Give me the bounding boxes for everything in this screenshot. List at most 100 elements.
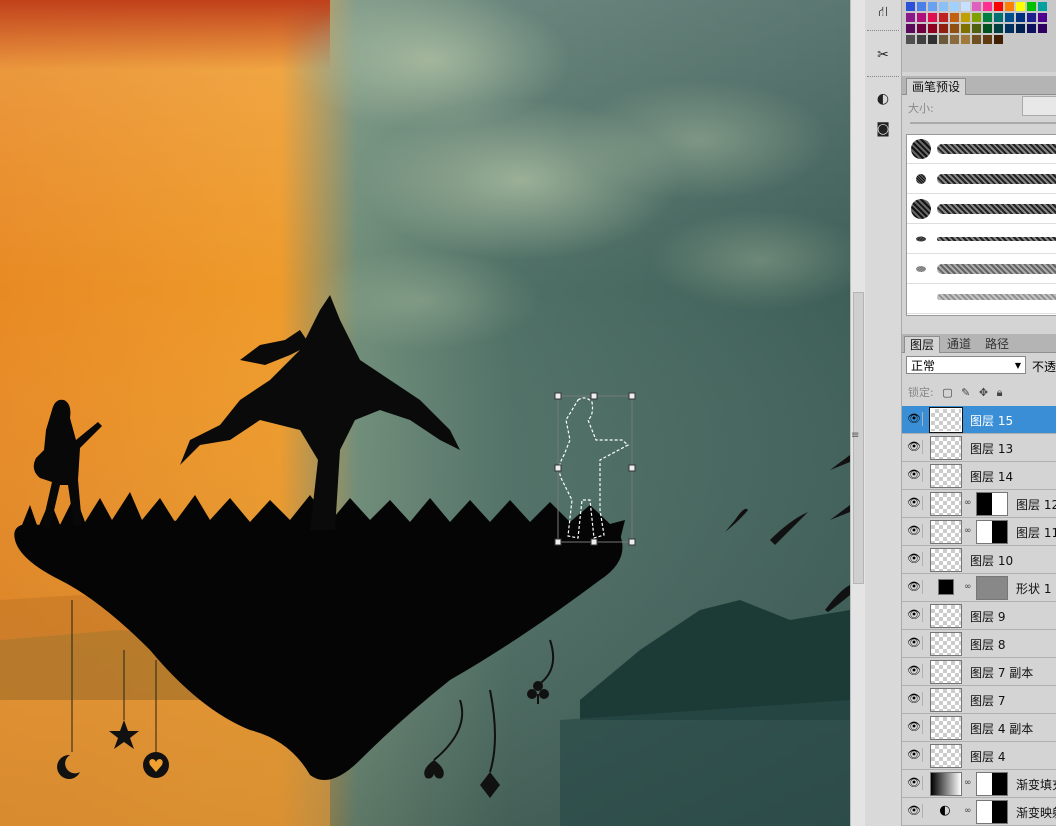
layer-row[interactable]: 👁︎ ∞ 形状 1 [902,574,1056,602]
layer-mask-thumbnail[interactable] [976,800,1008,824]
layer-row[interactable]: 👁︎ 图层 7 [902,686,1056,714]
brush-presets-list[interactable] [906,134,1056,316]
eye-visibility-icon[interactable]: 👁︎ [906,804,923,818]
link-chain-icon[interactable]: ∞ [964,778,972,788]
layer-row[interactable]: 👁︎ 图层 13 [902,434,1056,462]
tab-layers[interactable]: 图层 [904,336,941,353]
layer-mask-thumbnail[interactable] [976,520,1008,544]
brush-preset[interactable] [907,225,1056,254]
color-swatch[interactable] [994,13,1003,22]
eye-visibility-icon[interactable]: 👁︎ [906,636,923,650]
eye-visibility-icon[interactable]: 👁︎ [906,608,923,622]
panel-resize-grip[interactable]: ≡ [851,430,859,441]
color-swatch[interactable] [1038,24,1047,33]
color-swatch[interactable] [939,2,948,11]
color-swatch[interactable] [917,35,926,44]
tab-paths[interactable]: 路径 [980,336,1014,352]
link-chain-icon[interactable]: ∞ [964,526,972,536]
color-swatch[interactable] [983,13,992,22]
clone-source-icon[interactable]: ⛙ [871,2,895,24]
layer-row[interactable]: 👁︎ 图层 14 [902,462,1056,490]
color-swatch[interactable] [961,35,970,44]
link-chain-icon[interactable]: ∞ [964,806,972,816]
color-swatch[interactable] [917,2,926,11]
link-chain-icon[interactable]: ∞ [964,498,972,508]
color-swatch[interactable] [994,35,1003,44]
eye-visibility-icon[interactable]: 👁︎ [906,468,923,482]
brush-size-input[interactable] [1022,96,1056,116]
lock-all-icon[interactable]: 🔒︎ [997,386,1003,399]
brush-preset[interactable] [907,255,1056,284]
eye-visibility-icon[interactable]: 👁︎ [906,496,923,510]
document-canvas[interactable] [0,0,850,826]
color-swatch[interactable] [950,2,959,11]
color-swatch[interactable] [983,24,992,33]
color-swatch[interactable] [1016,13,1025,22]
eye-visibility-icon[interactable]: 👁︎ [906,440,923,454]
brush-preset[interactable] [907,165,1056,194]
canvas-vertical-scrollbar[interactable] [850,0,865,826]
color-swatch[interactable] [972,35,981,44]
color-swatch[interactable] [1027,13,1036,22]
eye-visibility-icon[interactable]: 👁︎ [906,692,923,706]
color-swatch[interactable] [1005,24,1014,33]
color-swatch[interactable] [994,2,1003,11]
eye-visibility-icon[interactable]: 👁︎ [906,412,923,426]
lock-pixels-icon[interactable]: ✎ [961,386,970,399]
eye-visibility-icon[interactable]: 👁︎ [906,776,923,790]
color-swatch[interactable] [906,24,915,33]
color-swatch[interactable] [994,24,1003,33]
eye-visibility-icon[interactable]: 👁︎ [906,580,923,594]
layer-mask-thumbnail[interactable] [976,492,1008,516]
brush-size-slider[interactable] [910,122,1056,124]
brush-preset[interactable] [907,285,1056,314]
color-swatch[interactable] [972,2,981,11]
eye-visibility-icon[interactable]: 👁︎ [906,748,923,762]
color-swatch[interactable] [906,35,915,44]
layer-row[interactable]: 👁︎ 图层 15 [902,406,1056,434]
color-swatch[interactable] [1005,2,1014,11]
brush-preset[interactable] [907,195,1056,224]
color-swatch[interactable] [983,2,992,11]
color-swatch[interactable] [972,24,981,33]
color-swatch[interactable] [939,13,948,22]
color-swatch[interactable] [1038,2,1047,11]
layer-row[interactable]: 👁︎ 图层 10 [902,546,1056,574]
layer-row[interactable]: 👁︎ 图层 8 [902,630,1056,658]
layer-row[interactable]: 👁︎ 图层 4 [902,742,1056,770]
brush-icon[interactable]: ◐ [871,88,895,110]
tab-brush-presets[interactable]: 画笔预设 [906,78,967,95]
layer-row[interactable]: 👁︎ ◐ ∞ 渐变映射 [902,798,1056,826]
eye-visibility-icon[interactable]: 👁︎ [906,664,923,678]
layer-row[interactable]: 👁︎ 图层 4 副本 [902,714,1056,742]
color-swatch[interactable] [950,24,959,33]
color-swatch[interactable] [928,24,937,33]
eye-visibility-icon[interactable]: 👁︎ [906,524,923,538]
color-swatch[interactable] [950,35,959,44]
color-swatch[interactable] [906,13,915,22]
color-swatch[interactable] [961,13,970,22]
color-swatch[interactable] [1016,2,1025,11]
color-swatch[interactable] [1016,24,1025,33]
color-swatch[interactable] [961,2,970,11]
layer-mask-thumbnail[interactable] [976,576,1008,600]
camera-icon[interactable]: ◙ [871,118,895,140]
lock-transparent-icon[interactable]: ▢ [942,386,952,399]
color-swatch[interactable] [906,2,915,11]
layer-row[interactable]: 👁︎ ∞ 图层 12 [902,490,1056,518]
color-swatch[interactable] [939,24,948,33]
color-swatch[interactable] [928,35,937,44]
eye-visibility-icon[interactable]: 👁︎ [906,720,923,734]
color-swatch[interactable] [917,13,926,22]
color-swatch[interactable] [1005,13,1014,22]
tool-presets-icon[interactable]: ✂ [871,44,895,66]
layer-row[interactable]: 👁︎ ∞ 图层 11 [902,518,1056,546]
layer-row[interactable]: 👁︎ 图层 7 副本 [902,658,1056,686]
color-swatch[interactable] [928,2,937,11]
layer-mask-thumbnail[interactable] [976,772,1008,796]
brush-preset[interactable] [907,135,1056,164]
layer-row[interactable]: 👁︎ ∞ 渐变填充 [902,770,1056,798]
color-swatch[interactable] [950,13,959,22]
color-swatch[interactable] [1027,24,1036,33]
layer-row[interactable]: 👁︎ 图层 9 [902,602,1056,630]
